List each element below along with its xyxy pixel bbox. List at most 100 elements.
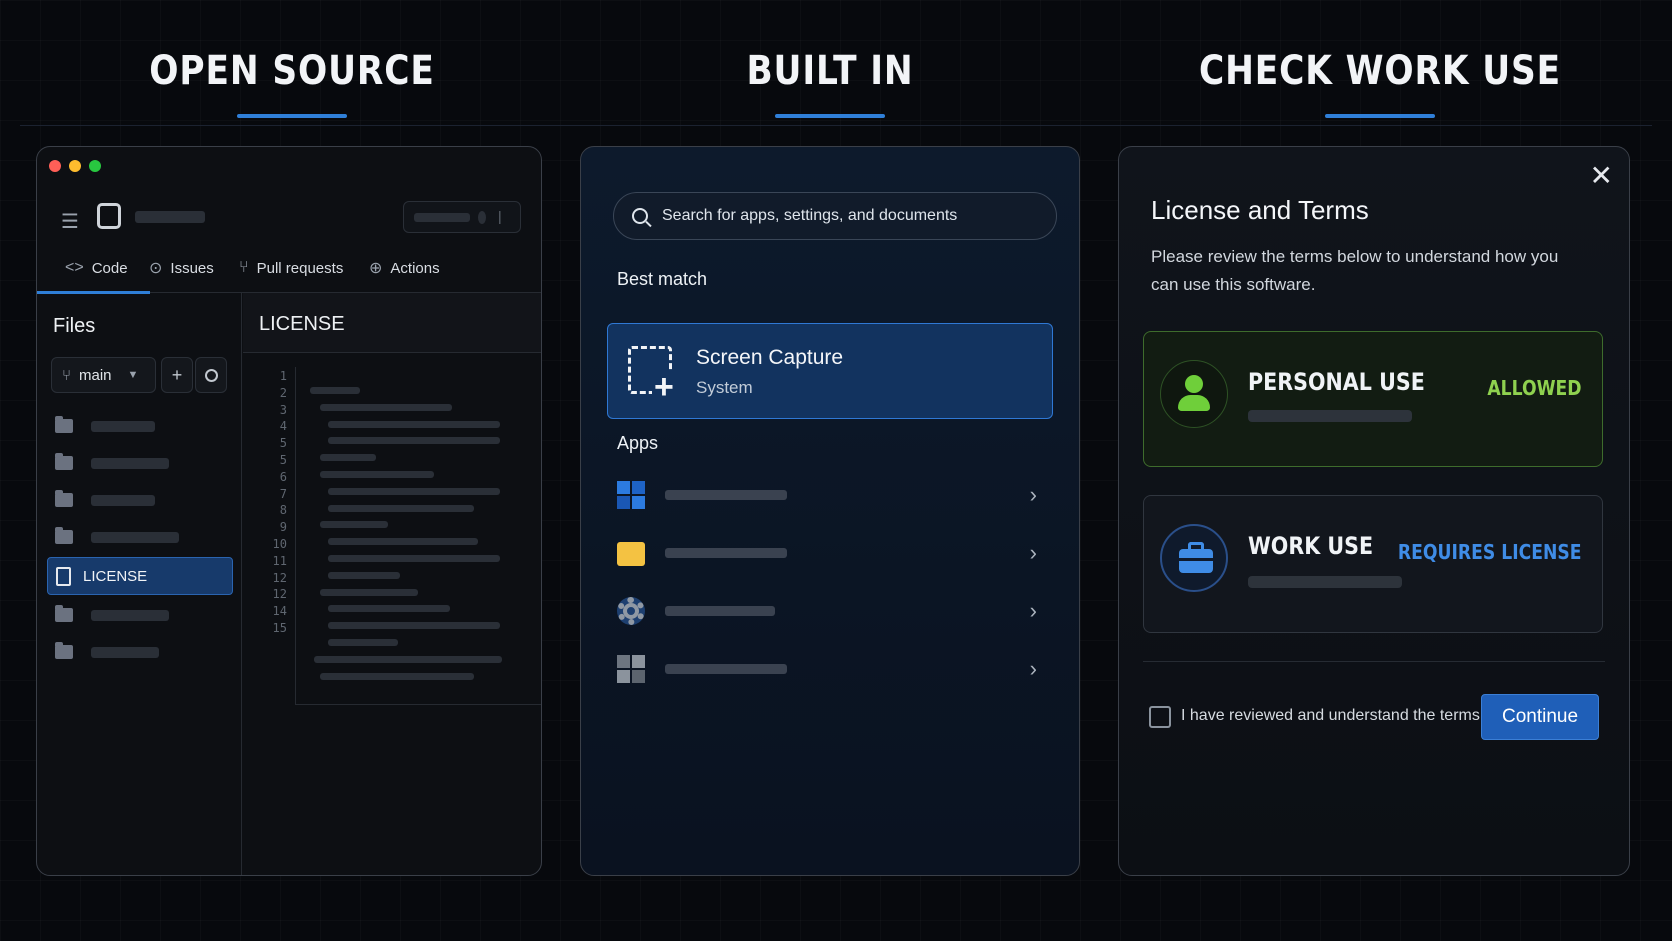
settings-gear-icon: [617, 597, 645, 625]
dialog-description: Please review the terms below to underst…: [1151, 247, 1559, 294]
code-icon: <>: [65, 259, 84, 276]
list-item[interactable]: [47, 633, 233, 671]
repo-topbar: ☰ |: [37, 187, 541, 242]
branch-icon: ⑂: [62, 366, 72, 384]
menu-icon[interactable]: ☰: [61, 209, 79, 234]
line-number: 12: [272, 587, 287, 602]
work-use-card: WORK USE REQUIRES LICENSE: [1143, 495, 1603, 633]
add-file-button[interactable]: +: [161, 357, 193, 393]
files-sidebar: Files ⑂ main ▼ + LICENSE: [37, 293, 242, 875]
folder-icon: [55, 490, 73, 507]
dialog-divider: [1143, 661, 1605, 662]
code-line-placeholder: [328, 622, 500, 630]
list-item[interactable]: [47, 518, 233, 556]
branch-name: main: [79, 366, 112, 384]
app-name-placeholder: [665, 664, 787, 674]
list-item[interactable]: [47, 407, 233, 445]
app-list-item[interactable]: ›: [617, 475, 1037, 515]
line-number: 5: [279, 453, 287, 467]
folder-icon: [55, 453, 73, 470]
continue-button[interactable]: Continue: [1481, 694, 1599, 740]
folder-name-placeholder: [91, 609, 169, 621]
tab-actions[interactable]: ⊕ Actions: [369, 243, 440, 293]
heading-underline: [775, 114, 885, 118]
search-placeholder-bar: [414, 213, 470, 222]
card-title: WORK USE: [1248, 532, 1374, 560]
line-number: 9: [279, 520, 287, 535]
code-line-placeholder: [328, 487, 500, 495]
search-input[interactable]: Search for apps, settings, and documents: [613, 192, 1057, 240]
issues-icon: ⊙: [149, 260, 163, 277]
folder-name-placeholder: [91, 646, 159, 658]
best-match-label: Best match: [617, 269, 708, 289]
chevron-right-icon: ›: [1029, 656, 1037, 681]
file-icon: [56, 566, 71, 586]
code-line-placeholder: [328, 538, 478, 546]
tab-label: Issues: [170, 259, 214, 277]
status-badge: ALLOWED: [1487, 376, 1582, 400]
line-number: 6: [279, 469, 287, 484]
topbar-search-box[interactable]: |: [403, 201, 521, 233]
repo-logo-icon[interactable]: [97, 203, 121, 229]
card-title: PERSONAL USE: [1248, 368, 1425, 396]
code-line-placeholder: [320, 454, 376, 462]
tab-label: Pull requests: [256, 259, 344, 277]
folder-name-placeholder: [91, 531, 179, 543]
tab-label: Actions: [390, 259, 440, 277]
search-files-button[interactable]: [195, 357, 227, 393]
list-item[interactable]: [47, 481, 233, 519]
list-item[interactable]: [47, 444, 233, 482]
best-match-result[interactable]: + Screen Capture System: [607, 323, 1053, 419]
column-heading-open-source: OPEN SOURCE: [32, 48, 552, 118]
maximize-dot[interactable]: [89, 160, 101, 172]
start-search-window: Search for apps, settings, and documents…: [580, 146, 1080, 876]
folder-app-icon: [617, 542, 645, 566]
search-placeholder: Search for apps, settings, and documents: [662, 207, 958, 224]
card-detail-placeholder: [1248, 576, 1402, 588]
minimize-dot[interactable]: [69, 160, 81, 172]
tab-issues[interactable]: ⊙ Issues: [149, 243, 214, 293]
code-line-placeholder: [328, 605, 450, 613]
app-list-item[interactable]: ›: [617, 649, 1037, 689]
chevron-right-icon: ›: [1029, 482, 1037, 507]
line-number: 12: [272, 570, 287, 585]
app-list-item[interactable]: ›: [617, 591, 1037, 631]
line-number: 3: [279, 402, 287, 417]
tab-code[interactable]: <> Code: [37, 243, 149, 294]
code-line-placeholder: [320, 403, 452, 411]
status-badge: REQUIRES LICENSE: [1398, 540, 1582, 564]
code-content[interactable]: [295, 367, 541, 705]
code-line-placeholder: [320, 672, 474, 680]
close-icon[interactable]: ✕: [1590, 159, 1613, 192]
result-title: Screen Capture: [696, 346, 844, 369]
line-number: 15: [272, 621, 287, 635]
folder-icon: [55, 605, 73, 622]
terms-checkbox[interactable]: [1149, 706, 1171, 728]
code-line-placeholder: [328, 504, 474, 512]
file-item-license[interactable]: LICENSE: [47, 557, 233, 595]
branch-selector[interactable]: ⑂ main ▼: [51, 357, 156, 393]
close-dot[interactable]: [49, 160, 61, 172]
folder-name-placeholder: [91, 420, 155, 432]
actions-icon: ⊕: [369, 260, 383, 277]
search-shortcut-icon: |: [498, 208, 502, 224]
heading-text: BUILT IN: [746, 48, 914, 94]
pull-request-icon: ⑂: [239, 259, 249, 276]
line-number: 4: [279, 419, 287, 434]
app-list-item[interactable]: ›: [617, 533, 1037, 573]
folder-name-placeholder: [91, 494, 155, 506]
tiles-app-icon: [617, 481, 645, 509]
app-name-placeholder: [665, 490, 787, 500]
tab-pull-requests[interactable]: ⑂ Pull requests: [239, 243, 343, 293]
briefcase-icon: [1160, 524, 1228, 592]
file-title: LICENSE: [243, 293, 541, 353]
tab-label: Code: [91, 259, 128, 277]
code-line-placeholder: [328, 555, 500, 562]
code-line-placeholder: [328, 420, 500, 428]
window-controls: [49, 160, 101, 172]
card-detail-placeholder: [1248, 410, 1412, 422]
chevron-down-icon: ▼: [127, 369, 139, 381]
list-item[interactable]: [47, 596, 233, 634]
line-number: 11: [272, 553, 287, 568]
plus-icon: +: [171, 364, 183, 385]
